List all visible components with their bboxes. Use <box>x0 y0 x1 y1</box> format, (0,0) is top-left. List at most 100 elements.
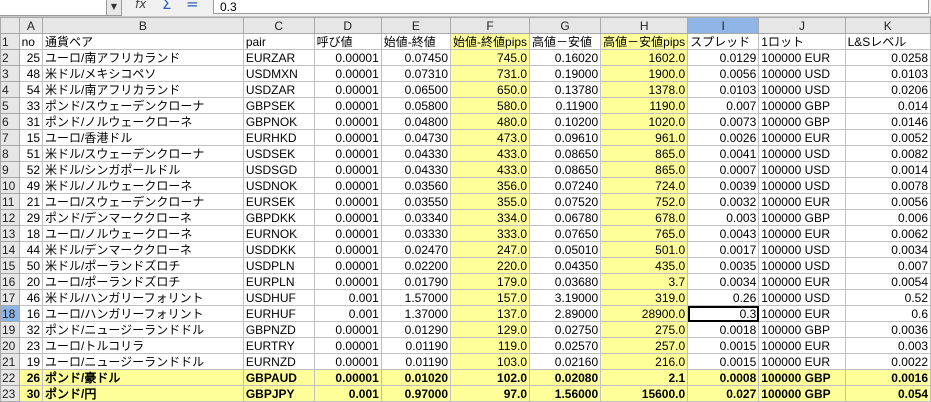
select-all-corner[interactable] <box>0 17 20 34</box>
table-cell[interactable]: EURNOK <box>242 225 315 242</box>
table-cell[interactable]: 216.0 <box>600 353 689 370</box>
table-cell[interactable]: 0.52 <box>844 289 931 306</box>
table-cell[interactable]: 30 <box>18 385 44 402</box>
table-cell[interactable]: 3.19000 <box>529 289 602 306</box>
table-cell[interactable]: 米ドル/シンガポールドル <box>42 161 244 178</box>
table-cell[interactable]: 0.02160 <box>529 353 602 370</box>
table-cell[interactable]: 745.0 <box>450 49 531 66</box>
table-cell[interactable]: 31 <box>18 113 44 130</box>
table-cell[interactable]: 0.00001 <box>313 225 382 242</box>
table-cell[interactable]: 102.0 <box>450 369 531 386</box>
table-cell[interactable]: 0.6 <box>844 305 931 322</box>
row-header[interactable]: 7 <box>0 129 20 146</box>
table-cell[interactable]: ユーロ/香港ドル <box>42 129 244 146</box>
column-label-cell[interactable]: 1ロット <box>758 33 846 50</box>
table-cell[interactable]: 0.00001 <box>313 257 382 274</box>
table-cell[interactable]: 0.16020 <box>529 49 602 66</box>
table-cell[interactable]: 0.04350 <box>529 257 602 274</box>
column-label-cell[interactable]: 呼び値 <box>313 33 382 50</box>
table-cell[interactable]: 0.04800 <box>380 113 452 130</box>
table-cell[interactable]: ユーロ/ノルウェークローネ <box>42 225 244 242</box>
table-cell[interactable]: 0.00001 <box>313 97 382 114</box>
table-cell[interactable]: 333.0 <box>450 225 531 242</box>
table-cell[interactable]: 米ドル/メキシコペソ <box>42 65 244 82</box>
table-cell[interactable]: 257.0 <box>600 337 689 354</box>
table-cell[interactable]: 0.03330 <box>380 225 452 242</box>
table-cell[interactable]: 0.0032 <box>687 193 760 210</box>
table-cell[interactable]: 0.0039 <box>687 177 760 194</box>
table-cell[interactable]: 129.0 <box>450 321 531 338</box>
table-cell[interactable]: ユーロ/南アフリカランド <box>42 49 244 66</box>
table-cell[interactable]: 0.0103 <box>844 65 931 82</box>
table-cell[interactable]: 0.0054 <box>844 273 931 290</box>
table-cell[interactable]: 0.97000 <box>380 385 452 402</box>
table-cell[interactable]: 0.0007 <box>687 161 760 178</box>
table-cell[interactable]: ユーロ/トルコリラ <box>42 337 244 354</box>
table-cell[interactable]: 752.0 <box>600 193 689 210</box>
table-cell[interactable]: 433.0 <box>450 145 531 162</box>
table-cell[interactable]: 100000 EUR <box>758 49 846 66</box>
table-cell[interactable]: 100000 GBP <box>758 113 846 130</box>
column-header-f[interactable]: F <box>450 17 531 34</box>
row-header[interactable]: 18 <box>0 305 20 322</box>
table-cell[interactable]: GBPJPY <box>242 385 315 402</box>
table-cell[interactable]: 0.11900 <box>529 97 602 114</box>
table-cell[interactable]: 0.007 <box>844 257 931 274</box>
table-cell[interactable]: 0.0041 <box>687 145 760 162</box>
table-cell[interactable]: 1190.0 <box>600 97 689 114</box>
table-cell[interactable]: 0.00001 <box>313 65 382 82</box>
table-cell[interactable]: 0.0035 <box>687 257 760 274</box>
row-header[interactable]: 2 <box>0 49 20 66</box>
table-cell[interactable]: 米ドル/ノルウェークローネ <box>42 177 244 194</box>
table-cell[interactable]: 0.00001 <box>313 129 382 146</box>
table-cell[interactable]: 0.03340 <box>380 209 452 226</box>
column-label-cell[interactable]: pair <box>242 33 315 50</box>
table-cell[interactable]: 0.0017 <box>687 241 760 258</box>
table-cell[interactable]: 0.014 <box>844 97 931 114</box>
table-cell[interactable]: 0.05010 <box>529 241 602 258</box>
table-cell[interactable]: 0.04730 <box>380 129 452 146</box>
table-cell[interactable]: 18 <box>18 225 44 242</box>
table-cell[interactable]: 33 <box>18 97 44 114</box>
column-label-cell[interactable]: L&Sレベル <box>844 33 931 50</box>
table-cell[interactable]: ポンド/スウェーデンクローナ <box>42 97 244 114</box>
row-header[interactable]: 8 <box>0 145 20 162</box>
row-header[interactable]: 3 <box>0 65 20 82</box>
sum-icon[interactable]: Σ <box>162 0 171 13</box>
column-label-cell[interactable]: no <box>18 33 44 50</box>
table-cell[interactable]: 0.07240 <box>529 177 602 194</box>
table-cell[interactable]: 0.0016 <box>844 369 931 386</box>
row-header[interactable]: 9 <box>0 161 20 178</box>
table-cell[interactable]: 731.0 <box>450 65 531 82</box>
table-cell[interactable]: 119.0 <box>450 337 531 354</box>
table-cell[interactable]: 2.89000 <box>529 305 602 322</box>
table-cell[interactable]: 0.0036 <box>844 321 931 338</box>
table-cell[interactable]: 25 <box>18 49 44 66</box>
table-cell[interactable]: 21 <box>18 193 44 210</box>
table-cell[interactable]: 0.0258 <box>844 49 931 66</box>
column-label-cell[interactable]: 始値-終値pips <box>450 33 531 50</box>
function-wizard-icon[interactable]: fx <box>135 0 146 11</box>
table-cell[interactable]: 0.06780 <box>529 209 602 226</box>
table-cell[interactable]: 1900.0 <box>600 65 689 82</box>
table-cell[interactable]: 0.0018 <box>687 321 760 338</box>
row-header[interactable]: 17 <box>0 289 20 306</box>
table-cell[interactable]: 100000 EUR <box>758 273 846 290</box>
table-cell[interactable]: 32 <box>18 321 44 338</box>
table-cell[interactable]: 26 <box>18 369 44 386</box>
table-cell[interactable]: 1.37000 <box>380 305 452 322</box>
table-cell[interactable]: 0.00001 <box>313 145 382 162</box>
table-cell[interactable]: 15 <box>18 129 44 146</box>
table-cell[interactable]: 48 <box>18 65 44 82</box>
table-cell[interactable]: 0.07650 <box>529 225 602 242</box>
table-cell[interactable]: 0.03560 <box>380 177 452 194</box>
table-cell[interactable]: 0.01020 <box>380 369 452 386</box>
table-cell[interactable]: 100000 GBP <box>758 97 846 114</box>
table-cell[interactable]: 0.0052 <box>844 129 931 146</box>
table-cell[interactable]: 0.0082 <box>844 145 931 162</box>
table-cell[interactable]: 0.06500 <box>380 81 452 98</box>
table-cell[interactable]: 724.0 <box>600 177 689 194</box>
table-cell[interactable]: 0.01790 <box>380 273 452 290</box>
table-cell[interactable]: 0.00001 <box>313 49 382 66</box>
row-header[interactable]: 19 <box>0 321 20 338</box>
